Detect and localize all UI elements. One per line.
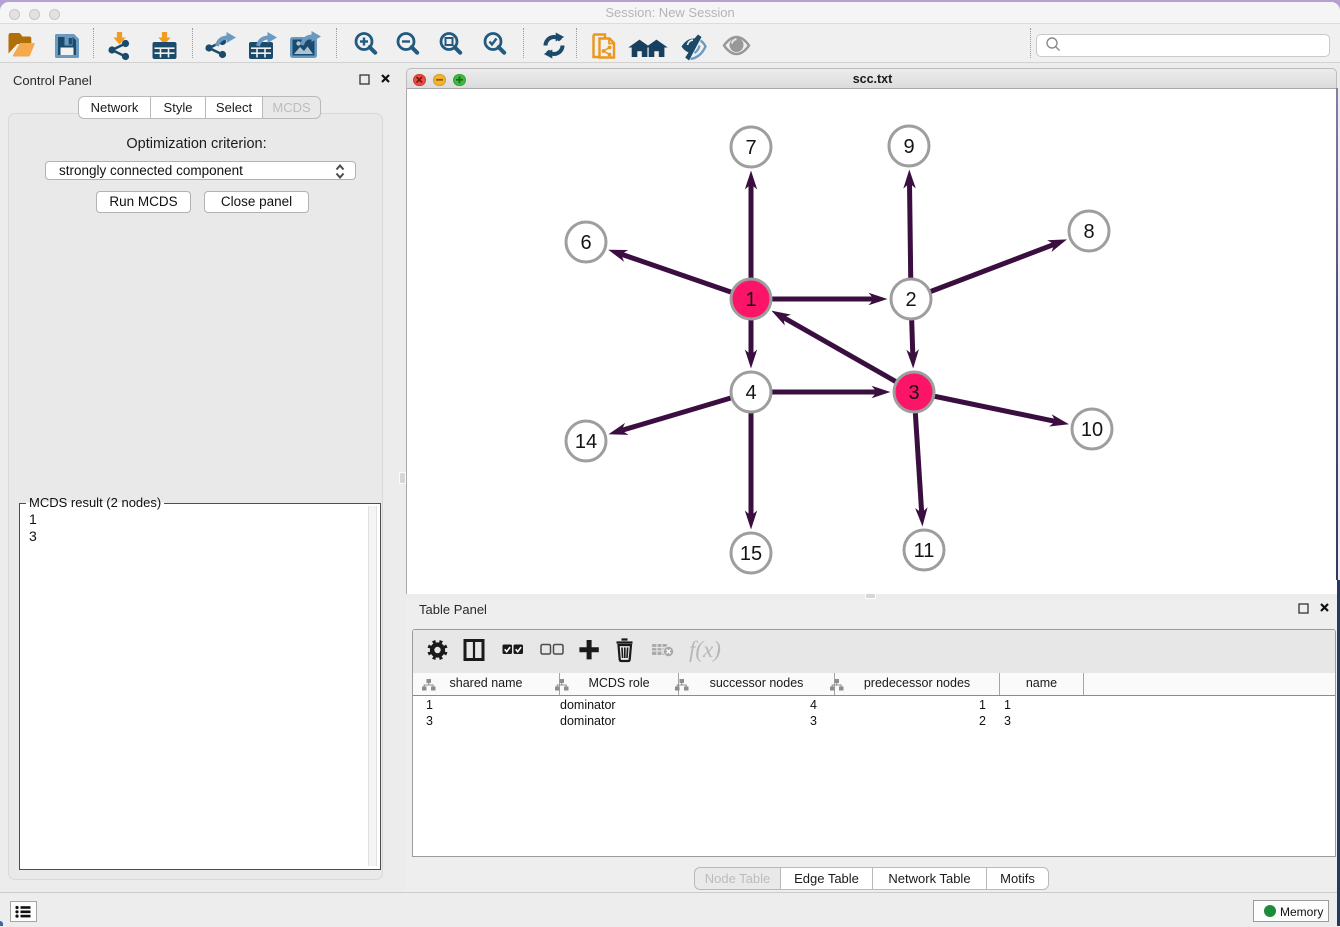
svg-text:6: 6 (580, 232, 591, 254)
svg-text:8: 8 (1083, 221, 1094, 243)
svg-text:9: 9 (903, 136, 914, 158)
svg-text:f(x): f(x) (689, 637, 721, 662)
svg-text:14: 14 (575, 431, 597, 453)
svg-text:4: 4 (745, 382, 756, 404)
svg-text:7: 7 (745, 137, 756, 159)
svg-text:1: 1 (745, 289, 756, 311)
svg-text:10: 10 (1081, 419, 1103, 441)
svg-text:15: 15 (740, 543, 762, 565)
svg-text:3: 3 (908, 382, 919, 404)
svg-text:2: 2 (905, 289, 916, 311)
svg-text:11: 11 (914, 540, 935, 562)
